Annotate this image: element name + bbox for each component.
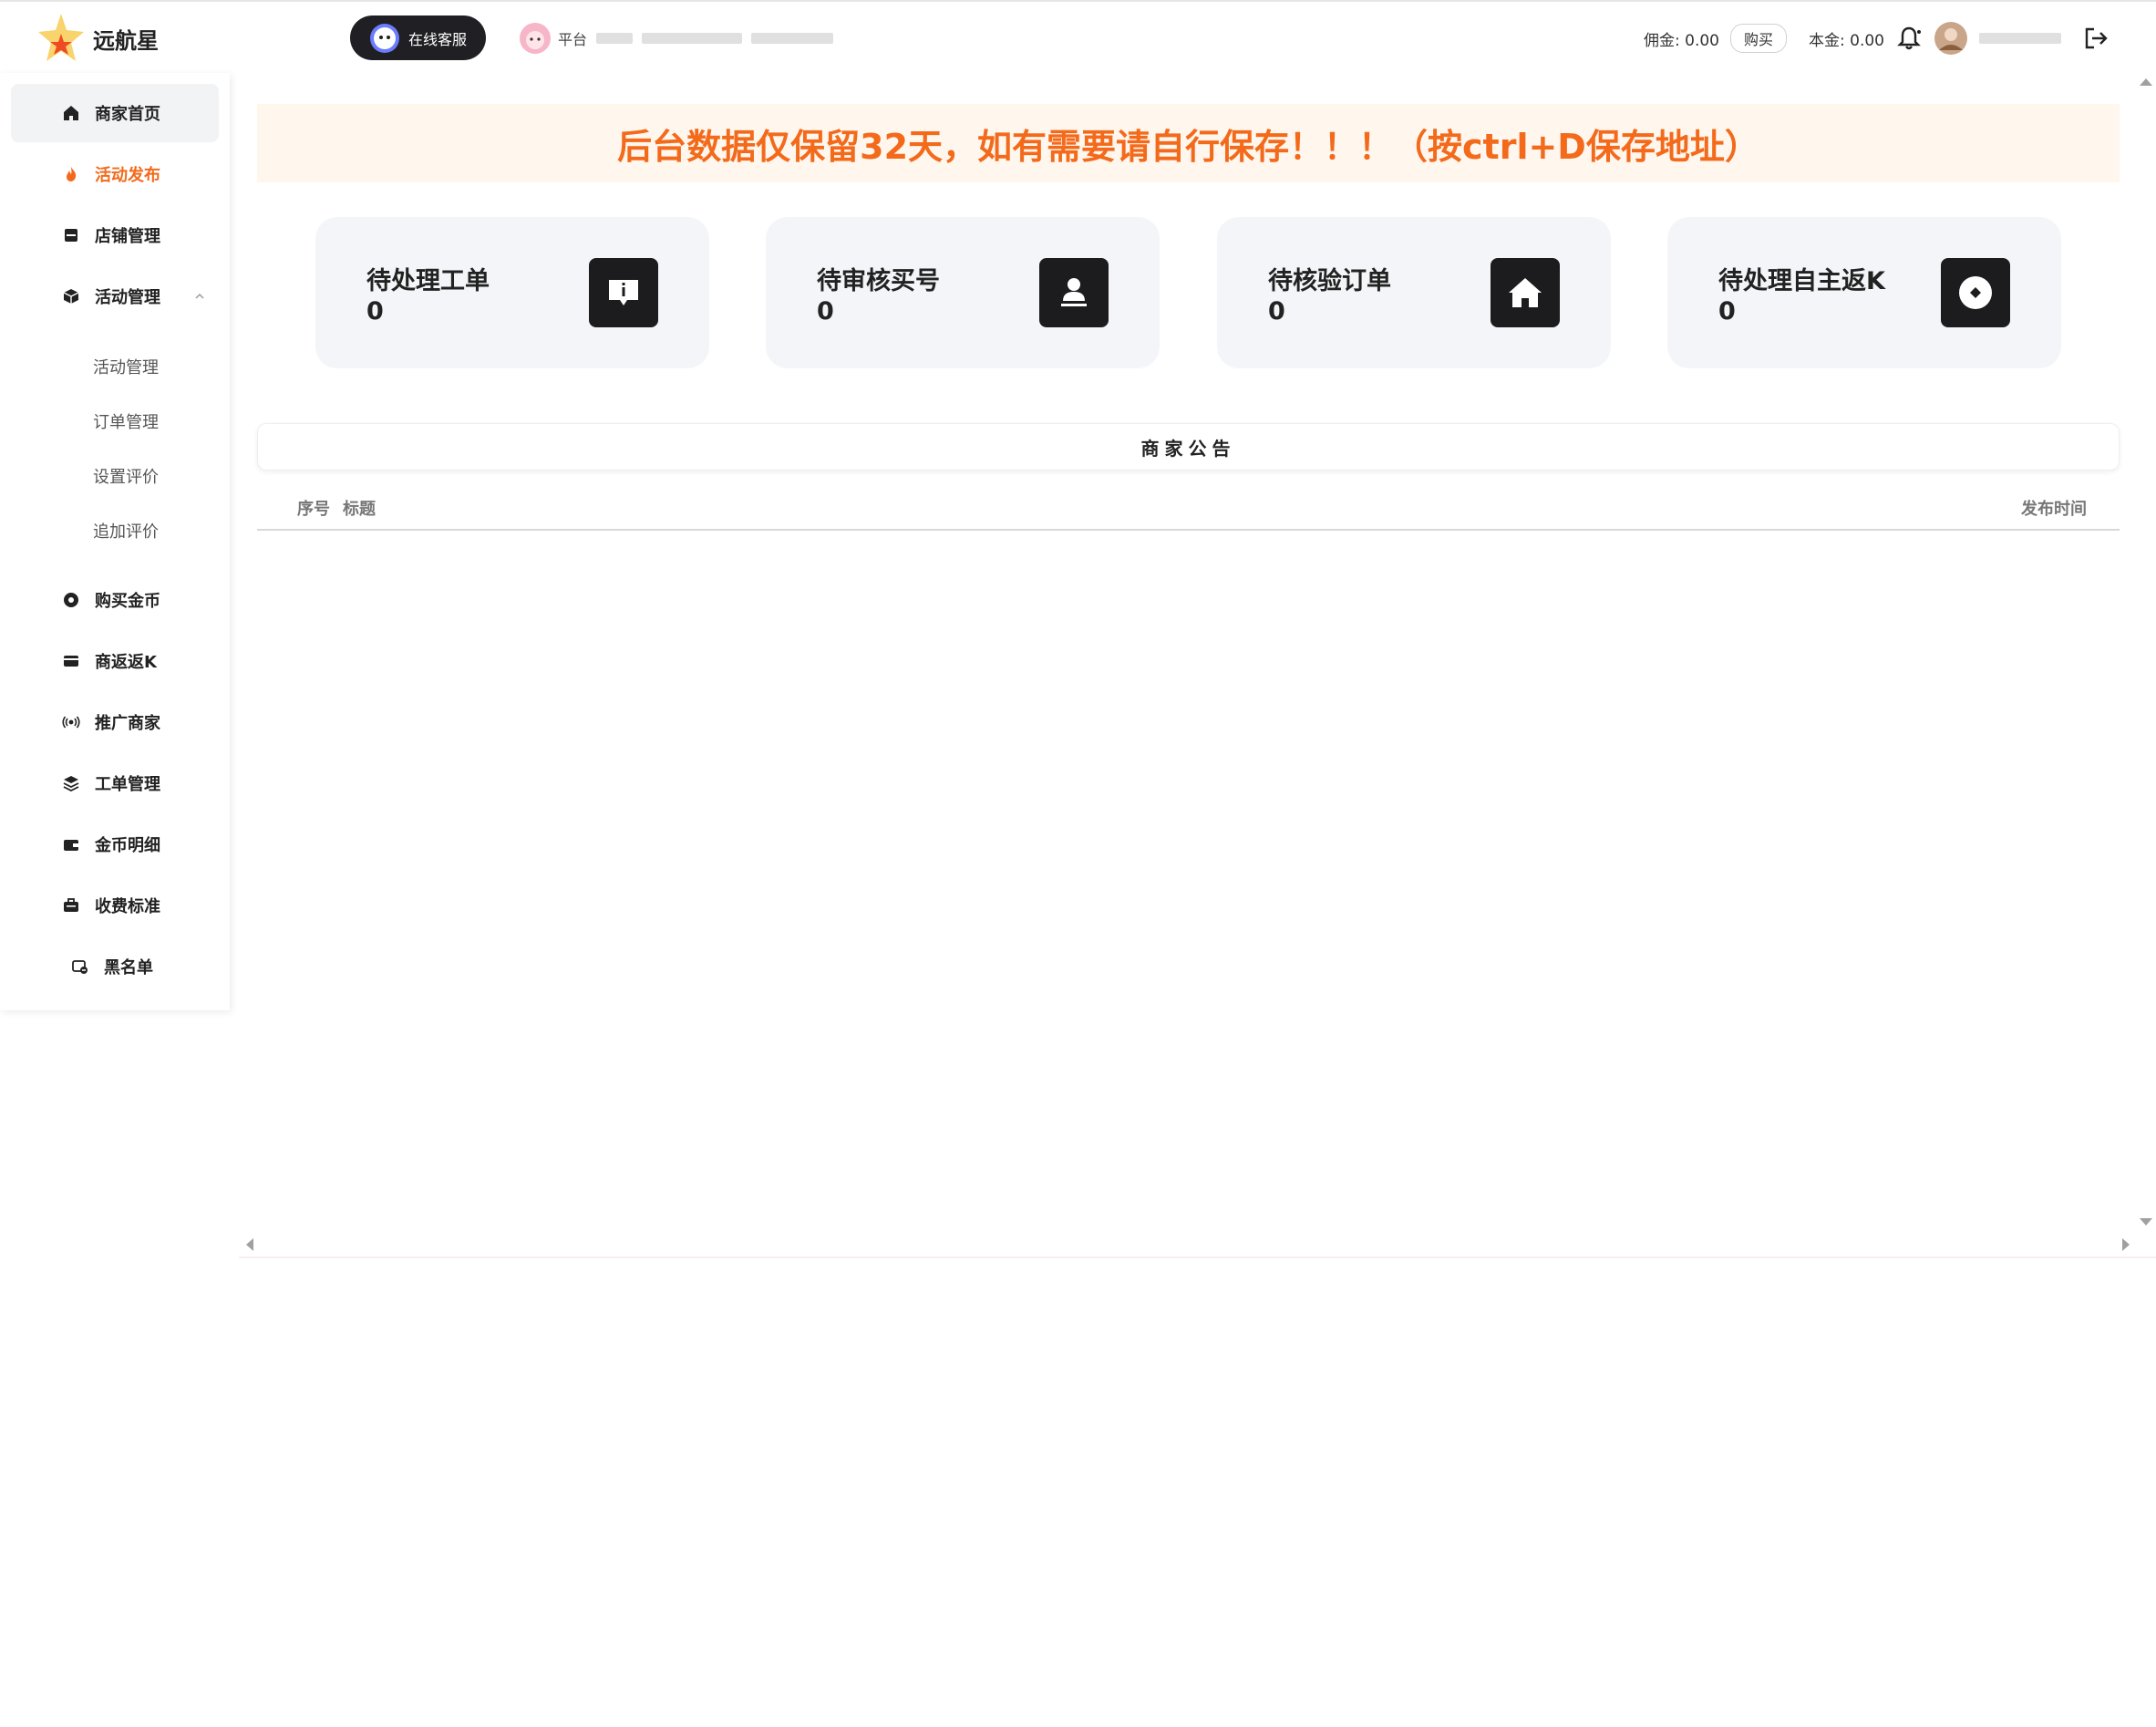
card-title: 待处理工单 xyxy=(366,267,490,295)
card-icon xyxy=(64,656,78,667)
column-header-title: 标题 xyxy=(343,500,376,519)
card-value: 0 xyxy=(817,297,834,326)
sidebar-item-label: 活动发布 xyxy=(95,166,160,185)
house-icon xyxy=(1491,258,1560,327)
mascot-avatar-icon xyxy=(520,23,551,54)
layers-icon xyxy=(63,776,79,792)
sidebar-item-label: 店铺管理 xyxy=(95,227,160,246)
scroll-down-arrow[interactable] xyxy=(2140,1218,2152,1225)
sidebar-item-promote-merchant[interactable]: 推广商家 xyxy=(11,693,219,751)
card-pending-tickets[interactable]: 待处理工单 0 xyxy=(315,217,709,368)
disc-icon xyxy=(1941,258,2010,327)
fire-icon xyxy=(67,167,77,181)
redacted-text xyxy=(596,33,634,44)
sidebar-item-label: 收费标准 xyxy=(95,897,160,916)
sidebar-item-merchant-rebate[interactable]: 商返返K xyxy=(11,632,219,690)
user-stamp-icon xyxy=(1039,258,1109,327)
scroll-right-arrow[interactable] xyxy=(2122,1238,2130,1251)
card-title: 待处理自主返K xyxy=(1718,267,1885,295)
sidebar-item-label: 商返返K xyxy=(95,653,157,672)
platform-notice[interactable]: 平台 xyxy=(518,20,834,57)
card-value: 0 xyxy=(1268,297,1285,326)
brand-logo[interactable]: 远航星 xyxy=(36,11,159,66)
sidebar-item-label: 活动管理 xyxy=(95,288,160,307)
redacted-text xyxy=(642,33,743,44)
chat-bot-icon xyxy=(370,23,399,53)
online-service-label: 在线客服 xyxy=(408,30,468,48)
sidebar-item-activity-publish[interactable]: 活动发布 xyxy=(11,145,219,203)
redacted-text xyxy=(751,33,834,44)
online-service-button[interactable]: 在线客服 xyxy=(350,16,486,60)
announcement-table-header: 序号 标题 发布时间 xyxy=(257,489,2120,531)
card-title: 待审核买号 xyxy=(817,267,940,295)
sidebar-item-merchant-home[interactable]: 商家首页 xyxy=(11,84,219,142)
sidebar-item-coin-details[interactable]: 金币明细 xyxy=(11,815,219,874)
star-logo-icon xyxy=(38,14,84,61)
coin-icon xyxy=(64,593,78,607)
notice-text: 平台 xyxy=(558,31,588,48)
home-icon xyxy=(64,106,78,120)
cube-icon xyxy=(63,289,79,304)
broadcast-icon xyxy=(62,716,80,729)
card-title: 待核验订单 xyxy=(1268,267,1391,295)
logout-icon[interactable] xyxy=(2081,24,2110,53)
wallet-icon xyxy=(64,840,78,851)
sidebar: 商家首页 活动发布 店铺管理 活动管理 活动管理 订单管理 设置评价 追加评价 … xyxy=(0,73,230,1010)
card-value: 0 xyxy=(366,297,384,326)
header-account-area: 佣金: 0.00 购买 本金: 0.00 xyxy=(1644,20,2110,57)
commission-balance: 佣金: 0.00 xyxy=(1644,31,1719,50)
brand-name: 远航星 xyxy=(93,27,159,54)
user-avatar[interactable] xyxy=(1934,21,1968,56)
sidebar-item-label: 黑名单 xyxy=(104,958,153,977)
bell-icon[interactable] xyxy=(1895,25,1923,52)
scroll-left-arrow[interactable] xyxy=(246,1238,253,1251)
card-pending-order-verify[interactable]: 待核验订单 0 xyxy=(1217,217,1611,368)
sidebar-item-label: 推广商家 xyxy=(95,714,160,733)
sidebar-item-store-management[interactable]: 店铺管理 xyxy=(11,206,219,264)
sidebar-item-label: 购买金币 xyxy=(95,592,160,611)
card-value: 0 xyxy=(1718,297,1736,326)
sidebar-item-buy-coins[interactable]: 购买金币 xyxy=(11,571,219,629)
sidebar-item-activity-management[interactable]: 活动管理 xyxy=(11,267,219,326)
announcement-header: 商家公告 xyxy=(257,423,2120,471)
info-message-icon xyxy=(589,258,658,327)
sidebar-subitem-set-review[interactable]: 设置评价 xyxy=(93,464,159,488)
column-header-publish-time: 发布时间 xyxy=(2021,500,2087,519)
sidebar-item-blacklist[interactable]: 黑名单 xyxy=(11,937,219,996)
column-header-index: 序号 xyxy=(297,500,330,519)
blacklist-icon xyxy=(72,960,88,974)
principal-balance: 本金: 0.00 xyxy=(1809,31,1884,50)
top-header: 远航星 在线客服 平台 佣金: 0.00 购买 本金: 0.00 xyxy=(0,0,2156,73)
scroll-up-arrow[interactable] xyxy=(2140,78,2152,86)
sidebar-item-label: 商家首页 xyxy=(95,105,160,124)
store-icon xyxy=(65,229,77,242)
card-pending-self-rebate[interactable]: 待处理自主返K 0 xyxy=(1667,217,2061,368)
card-pending-buyer-review[interactable]: 待审核买号 0 xyxy=(766,217,1160,368)
briefcase-icon xyxy=(64,898,78,912)
redacted-username xyxy=(1979,33,2061,44)
data-retention-banner: 后台数据仅保留32天，如有需要请自行保存！！！（按ctrl+D保存地址） xyxy=(257,104,2120,182)
sidebar-subitem-activity-management[interactable]: 活动管理 xyxy=(93,355,159,378)
sidebar-item-label: 工单管理 xyxy=(95,775,160,794)
buy-button[interactable]: 购买 xyxy=(1730,24,1788,53)
sidebar-item-ticket-management[interactable]: 工单管理 xyxy=(11,754,219,812)
sidebar-subitem-additional-review[interactable]: 追加评价 xyxy=(93,519,159,543)
chevron-up-icon xyxy=(195,293,204,299)
sidebar-item-fee-standard[interactable]: 收费标准 xyxy=(11,876,219,935)
sidebar-item-label: 金币明细 xyxy=(95,836,160,855)
sidebar-subitem-order-management[interactable]: 订单管理 xyxy=(93,409,159,433)
